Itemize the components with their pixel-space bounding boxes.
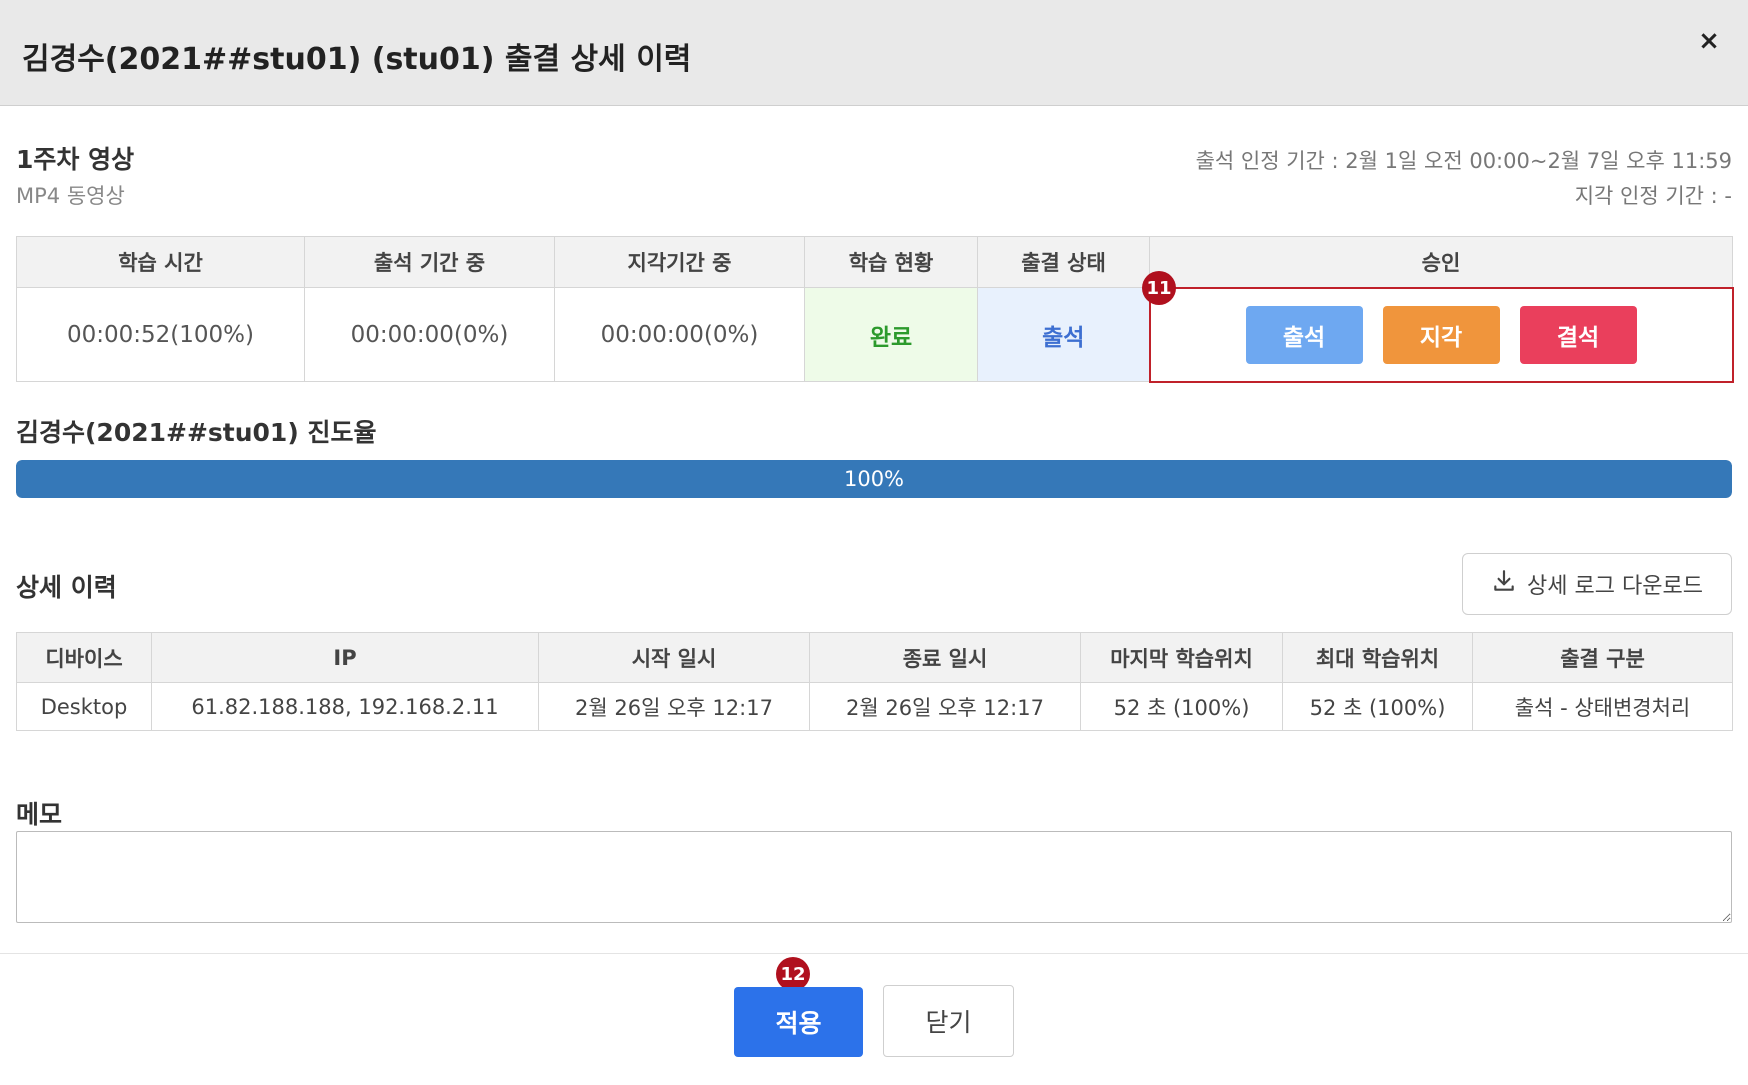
col-end: 종료 일시 [809,632,1081,683]
col-attendance-status: 출결 상태 [977,236,1150,288]
progress-text: 100% [843,467,905,491]
col-max-position: 최대 학습위치 [1282,632,1473,683]
memo-textarea[interactable] [16,831,1732,923]
attendance-header-row: 학습 시간 출석 기간 중 지각기간 중 학습 현황 출결 상태 승인 [16,236,1733,288]
max-position-cell: 52 초 (100%) [1282,682,1473,731]
close-icon[interactable]: × [1692,24,1726,58]
col-approve: 승인 [1149,236,1733,288]
end-cell: 2월 26일 오후 12:17 [809,682,1081,731]
detail-log-table: 디바이스 IP 시작 일시 종료 일시 마지막 학습위치 최대 학습위치 출결 … [16,632,1733,731]
progress-bar: 100% [16,460,1732,498]
apply-button[interactable]: 적용 [734,987,863,1057]
start-cell: 2월 26일 오후 12:17 [538,682,810,731]
device-cell: Desktop [16,682,152,731]
close-button[interactable]: 닫기 [883,985,1014,1057]
attendance-period: 출석 인정 기간 : 2월 1일 오전 00:00~2월 7일 오후 11:59 [1195,149,1732,173]
col-attend-period: 출석 기간 중 [304,236,555,288]
col-device: 디바이스 [16,632,152,683]
dialog-title: 김경수(2021##stu01) (stu01) 출결 상세 이력 [22,42,692,77]
annotation-badge-11: 11 [1142,271,1176,305]
content-type: MP4 동영상 [16,184,125,208]
col-ip: IP [151,632,539,683]
download-icon [1491,568,1517,600]
col-late-period: 지각기간 중 [554,236,805,288]
detail-title: 상세 이력 [16,573,117,602]
attend-period-cell: 00:00:00(0%) [304,287,555,382]
col-last-position: 마지막 학습위치 [1080,632,1283,683]
late-period: 지각 인정 기간 : - [1574,184,1732,208]
download-log-button[interactable]: 상세 로그 다운로드 [1462,553,1732,615]
log-header-row: 디바이스 IP 시작 일시 종료 일시 마지막 학습위치 최대 학습위치 출결 … [16,632,1733,683]
attendance-table: 학습 시간 출석 기간 중 지각기간 중 학습 현황 출결 상태 승인 00:0… [16,236,1734,383]
attendance-type-cell: 출석 - 상태변경처리 [1472,682,1733,731]
memo-label: 메모 [16,800,63,829]
ip-cell: 61.82.188.188, 192.168.2.11 [151,682,539,731]
approve-cell: 출석 지각 결석 [1148,286,1734,383]
dialog-header: 김경수(2021##stu01) (stu01) 출결 상세 이력 × [0,0,1748,106]
approve-button-group: 출석 지각 결석 [1151,305,1732,364]
col-attendance-type: 출결 구분 [1472,632,1733,683]
learning-status-cell: 완료 [804,287,978,382]
footer-divider [0,953,1748,954]
study-time-cell: 00:00:52(100%) [16,287,305,382]
annotation-badge-12: 12 [776,957,810,991]
col-learning-status: 학습 현황 [804,236,978,288]
late-period-cell: 00:00:00(0%) [554,287,805,382]
approve-present-button[interactable]: 출석 [1245,305,1363,364]
attendance-row: 00:00:52(100%) 00:00:00(0%) 00:00:00(0%)… [16,286,1734,383]
col-start: 시작 일시 [538,632,810,683]
last-position-cell: 52 초 (100%) [1080,682,1283,731]
col-study-time: 학습 시간 [16,236,305,288]
approve-late-button[interactable]: 지각 [1382,305,1500,364]
table-row: Desktop 61.82.188.188, 192.168.2.11 2월 2… [16,682,1733,731]
attendance-status-cell: 출석 [977,287,1150,382]
content-title: 1주차 영상 [16,145,135,174]
approve-absent-button[interactable]: 결석 [1519,305,1637,364]
progress-label: 김경수(2021##stu01) 진도율 [16,418,377,447]
download-label: 상세 로그 다운로드 [1527,574,1703,599]
